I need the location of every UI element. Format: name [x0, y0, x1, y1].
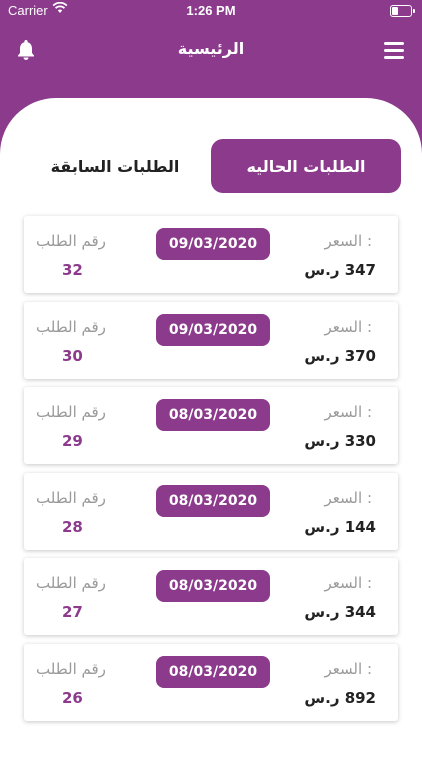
- order-card[interactable]: السعر : 347 ر.س 09/03/2020 رقم الطلب 32: [24, 216, 398, 293]
- order-card[interactable]: السعر : 144 ر.س 08/03/2020 رقم الطلب 28: [24, 472, 398, 550]
- order-date: 08/03/2020: [156, 484, 270, 517]
- order-date: 09/03/2020: [156, 313, 270, 346]
- order-number-label: رقم الطلب: [36, 232, 106, 250]
- menu-icon[interactable]: [384, 42, 404, 59]
- page-title: الرئيسية: [177, 39, 245, 58]
- status-bar: Carrier 1:26 PM: [0, 0, 422, 22]
- price-value: 347 ر.س: [304, 261, 376, 279]
- order-number-label: رقم الطلب: [36, 574, 106, 592]
- order-number: 26: [62, 688, 83, 707]
- order-card[interactable]: السعر : 330 ر.س 08/03/2020 رقم الطلب 29: [24, 387, 398, 464]
- order-number: 29: [62, 432, 83, 450]
- order-date: 08/03/2020: [156, 655, 270, 688]
- price-value: 330 ر.س: [304, 432, 376, 450]
- price-label: السعر :: [324, 659, 372, 678]
- order-card[interactable]: السعر : 344 ر.س 08/03/2020 رقم الطلب 27: [24, 558, 398, 635]
- price-value: 344 ر.س: [304, 603, 376, 621]
- nav-bar: الرئيسية: [0, 24, 422, 74]
- price-value: 144 ر.س: [304, 517, 376, 536]
- order-number-label: رقم الطلب: [36, 659, 106, 678]
- order-number-label: رقم الطلب: [36, 488, 106, 507]
- order-card[interactable]: السعر : 370 ر.س 09/03/2020 رقم الطلب 30: [24, 301, 398, 379]
- status-time: 1:26 PM: [186, 3, 236, 18]
- tab-previous-orders[interactable]: الطلبات السابقة: [20, 139, 210, 193]
- price-label: السعر :: [324, 317, 372, 336]
- order-date: 08/03/2020: [156, 570, 270, 602]
- order-number: 27: [62, 603, 83, 621]
- tab-current-orders[interactable]: الطلبات الحاليه: [211, 139, 401, 193]
- price-value: 892 ر.س: [304, 688, 376, 707]
- price-label: السعر :: [324, 488, 372, 507]
- orders-list: السعر : 347 ر.س 09/03/2020 رقم الطلب 32 …: [24, 216, 398, 729]
- battery-icon: [390, 5, 415, 17]
- price-label: السعر :: [324, 232, 372, 250]
- order-number: 30: [62, 346, 83, 365]
- price-value: 370 ر.س: [304, 346, 376, 365]
- content-sheet: الطلبات الحاليه الطلبات السابقة السعر : …: [0, 98, 422, 758]
- price-label: السعر :: [324, 403, 372, 421]
- order-date: 08/03/2020: [156, 399, 270, 431]
- order-number-label: رقم الطلب: [36, 317, 106, 336]
- order-date: 09/03/2020: [156, 228, 270, 260]
- order-number-label: رقم الطلب: [36, 403, 106, 421]
- order-number: 32: [62, 261, 83, 279]
- order-number: 28: [62, 517, 83, 536]
- order-card[interactable]: السعر : 892 ر.س 08/03/2020 رقم الطلب 26: [24, 643, 398, 721]
- price-label: السعر :: [324, 574, 372, 592]
